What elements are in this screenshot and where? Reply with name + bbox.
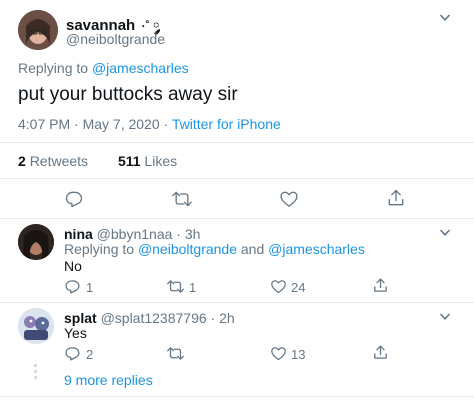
- reply-author-handle[interactable]: @bbyn1naa: [97, 226, 173, 242]
- chevron-down-icon[interactable]: [440, 313, 450, 321]
- reply-icon: [65, 191, 83, 208]
- share-button[interactable]: [386, 188, 406, 208]
- like-button[interactable]: [270, 345, 287, 362]
- like-button[interactable]: [279, 189, 299, 209]
- avatar[interactable]: [18, 10, 58, 50]
- tweet-source-link[interactable]: Twitter for iPhone: [172, 116, 281, 132]
- retweets-label: Retweets: [29, 153, 89, 169]
- like-button[interactable]: [270, 278, 287, 295]
- replying-to-line: Replying to @jamescharles: [18, 60, 189, 76]
- reply-button[interactable]: [64, 278, 81, 295]
- retweet-button[interactable]: [166, 278, 185, 295]
- tweet-meta: 4:07 PM · May 7, 2020 · Twitter for iPho…: [18, 116, 281, 132]
- reply-count: 1: [86, 280, 94, 295]
- reply-replying-to: Replying to @neiboltgrande and @jamescha…: [64, 241, 365, 257]
- avatar[interactable]: [18, 224, 54, 260]
- retweets-stat[interactable]: 2 Retweets: [18, 153, 92, 169]
- share-icon: [374, 278, 387, 292]
- replying-to-label: Replying to: [64, 241, 135, 257]
- avatar-image: [18, 308, 54, 344]
- replying-to-link[interactable]: @jamescharles: [92, 60, 189, 76]
- share-icon: [374, 345, 387, 359]
- thread-connector: [34, 364, 38, 379]
- reply-author-name[interactable]: splat: [64, 310, 97, 326]
- chevron-down-icon[interactable]: [440, 229, 450, 237]
- replying-to-link[interactable]: @neiboltgrande: [138, 241, 237, 257]
- reply-icon: [65, 347, 80, 361]
- reply-author-row: nina @bbyn1naa · 3h: [64, 226, 200, 242]
- reply-text: No: [64, 258, 82, 274]
- likes-label: Likes: [144, 153, 178, 169]
- share-button[interactable]: [372, 344, 389, 361]
- reply-author-name[interactable]: nina: [64, 226, 93, 242]
- replying-to-label: Replying to: [18, 60, 89, 76]
- more-replies-link[interactable]: 9 more replies: [64, 372, 153, 388]
- likes-count: 511: [117, 153, 141, 169]
- tweet-stats: 2 Retweets 511 Likes: [18, 153, 177, 169]
- divider: [0, 396, 474, 397]
- tweet-timestamp[interactable]: 4:07 PM · May 7, 2020 ·: [18, 116, 172, 132]
- heart-icon: [271, 347, 286, 361]
- tweet-text: put your buttocks away sir: [18, 84, 238, 105]
- retweet-count: 1: [189, 280, 197, 295]
- share-icon: [388, 189, 404, 206]
- avatar-image: [18, 224, 54, 260]
- reply-text: Yes: [64, 325, 87, 341]
- reply-button[interactable]: [64, 345, 81, 362]
- avatar-image: [18, 10, 58, 50]
- reply-count: 2: [86, 347, 94, 362]
- reply-icon: [65, 280, 80, 294]
- retweets-count: 2: [18, 153, 26, 169]
- retweet-icon: [172, 191, 192, 207]
- retweet-button[interactable]: [171, 189, 193, 209]
- author-handle[interactable]: @neiboltgrande: [66, 31, 165, 47]
- like-count: 24: [291, 280, 306, 295]
- retweet-icon: [167, 280, 184, 293]
- divider: [0, 178, 474, 179]
- divider: [0, 302, 474, 303]
- heart-icon: [280, 191, 298, 207]
- reply-time[interactable]: · 3h: [176, 226, 200, 242]
- reply-author-handle[interactable]: @splat12387796: [101, 310, 207, 326]
- reply-time[interactable]: · 2h: [211, 310, 235, 326]
- replying-to-and: and: [237, 241, 269, 257]
- avatar[interactable]: [18, 308, 54, 344]
- heart-icon: [271, 280, 286, 294]
- share-button[interactable]: [372, 277, 389, 294]
- reply-author-row: splat @splat12387796 · 2h: [64, 310, 235, 326]
- reply-button[interactable]: [64, 189, 84, 209]
- divider: [0, 218, 474, 219]
- retweet-button[interactable]: [166, 345, 185, 362]
- likes-stat[interactable]: 511 Likes: [118, 153, 177, 169]
- like-count: 13: [291, 347, 306, 362]
- replying-to-link[interactable]: @jamescharles: [268, 241, 365, 257]
- divider: [0, 142, 474, 143]
- chevron-down-icon[interactable]: [440, 14, 450, 22]
- retweet-icon: [167, 347, 184, 360]
